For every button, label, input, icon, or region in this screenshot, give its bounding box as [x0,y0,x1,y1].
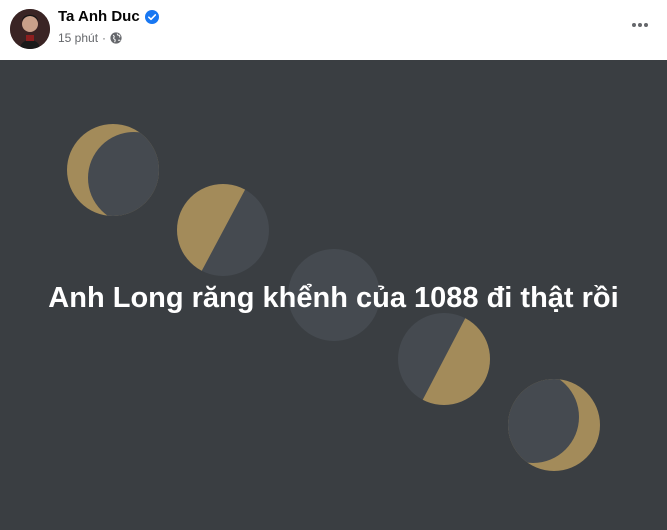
post-header: Ta Anh Duc 15 phút · [0,0,667,60]
moon-phase-4 [398,313,490,405]
post-options-button[interactable] [629,14,651,36]
post-meta: 15 phút · [58,30,122,46]
post-timestamp[interactable]: 15 phút [58,30,98,46]
post-media[interactable]: Anh Long răng khểnh của 1088 đi thật rồi [0,60,667,530]
author-name[interactable]: Ta Anh Duc [58,7,140,27]
moon-phase-2 [177,184,269,276]
globe-icon[interactable] [110,32,122,44]
author-avatar[interactable] [10,9,50,49]
moon-phase-1 [67,124,159,216]
post-text: Anh Long răng khểnh của 1088 đi thật rồi [48,282,619,314]
avatar-image [10,9,50,49]
meta-separator: · [102,31,107,45]
author-line: Ta Anh Duc [58,7,159,27]
moon-phase-5 [508,379,600,471]
more-horizontal-icon [632,23,648,27]
verified-badge-icon [144,10,159,24]
